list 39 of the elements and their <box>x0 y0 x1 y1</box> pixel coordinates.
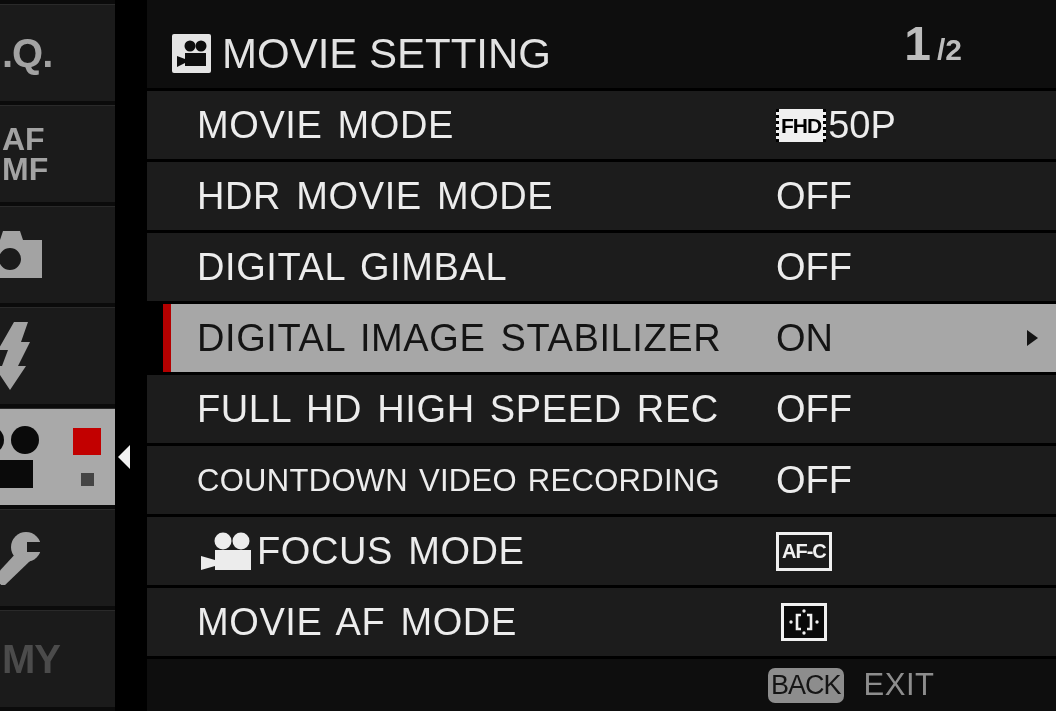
resolution-badge: FHD <box>776 108 827 142</box>
lightning-bolt-icon <box>0 322 30 390</box>
menu-row[interactable]: DIGITAL IMAGE STABILIZER ON <box>163 304 1056 372</box>
menu-tab[interactable]: .Q. <box>0 4 115 101</box>
setting-value: OFF <box>776 248 852 286</box>
focus-mode-badge: AF-C <box>776 531 832 571</box>
menu-row[interactable]: HDR MOVIE MODE OFF <box>147 162 1056 230</box>
setting-value: 50P <box>828 106 896 144</box>
setting-label: COUNTDOWN VIDEO RECORDING <box>197 464 720 496</box>
menu-row[interactable]: MOVIE AF MODE <box>147 588 1056 656</box>
setting-label: FOCUS MODE <box>257 532 525 570</box>
menu-title: MOVIE SETTING <box>222 34 552 73</box>
setting-label: DIGITAL IMAGE STABILIZER <box>197 319 722 357</box>
page-indicator: 1/2 <box>904 20 962 68</box>
exit-label: EXIT <box>863 667 935 703</box>
pointer-icon <box>118 445 130 469</box>
back-key: BACK <box>768 667 844 703</box>
setting-label: MOVIE MODE <box>197 106 455 144</box>
setting-label: HDR MOVIE MODE <box>197 177 554 215</box>
camera-icon <box>0 230 44 280</box>
focus-area-icon <box>781 603 827 641</box>
caret-right-icon <box>1027 330 1038 346</box>
menu-tab[interactable] <box>0 206 115 303</box>
menu-tab[interactable] <box>0 307 115 404</box>
menu-row[interactable]: FULL HD HIGH SPEED REC OFF <box>147 375 1056 443</box>
menu-row[interactable]: FOCUS MODE AF-C <box>147 517 1056 585</box>
movie-camera-icon <box>172 34 211 73</box>
setting-value: OFF <box>776 177 852 215</box>
setting-value: OFF <box>776 461 852 499</box>
menu-tab[interactable]: AF MF <box>0 105 115 202</box>
menu-row[interactable]: COUNTDOWN VIDEO RECORDING OFF <box>147 446 1056 514</box>
setting-label: MOVIE AF MODE <box>197 603 517 641</box>
menu-row[interactable]: DIGITAL GIMBAL OFF <box>147 233 1056 301</box>
setting-label: FULL HD HIGH SPEED REC <box>197 390 719 428</box>
menu-tab[interactable] <box>0 509 115 606</box>
setting-label: DIGITAL GIMBAL <box>197 248 508 286</box>
setting-value: OFF <box>776 390 852 428</box>
movie-camera-icon <box>0 425 42 489</box>
setting-value: ON <box>776 319 833 357</box>
